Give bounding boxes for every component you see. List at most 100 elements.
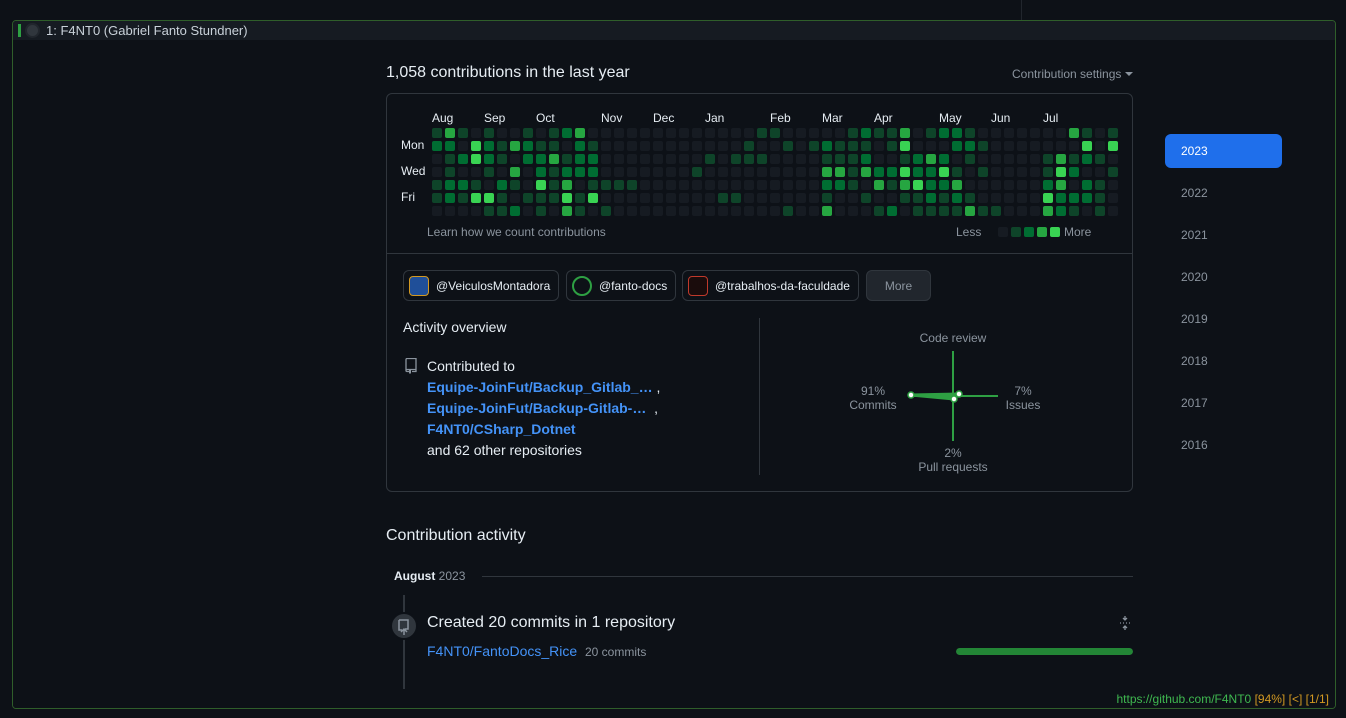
contribution-day-cell[interactable] (874, 154, 884, 164)
contribution-day-cell[interactable] (471, 128, 481, 138)
contribution-day-cell[interactable] (679, 167, 689, 177)
contribution-day-cell[interactable] (510, 193, 520, 203)
contribution-day-cell[interactable] (926, 141, 936, 151)
contribution-day-cell[interactable] (692, 193, 702, 203)
contribution-day-cell[interactable] (887, 128, 897, 138)
contribution-day-cell[interactable] (770, 193, 780, 203)
created-commits-summary[interactable]: Created 20 commits in 1 repository (427, 614, 675, 632)
fold-icon[interactable] (1117, 615, 1133, 631)
contribution-day-cell[interactable] (666, 154, 676, 164)
contribution-day-cell[interactable] (822, 193, 832, 203)
contribution-day-cell[interactable] (692, 206, 702, 216)
contribution-day-cell[interactable] (978, 180, 988, 190)
contribution-day-cell[interactable] (653, 206, 663, 216)
contribution-day-cell[interactable] (978, 193, 988, 203)
contribution-day-cell[interactable] (874, 128, 884, 138)
contribution-day-cell[interactable] (705, 180, 715, 190)
contribution-day-cell[interactable] (848, 206, 858, 216)
contribution-day-cell[interactable] (822, 141, 832, 151)
contribution-day-cell[interactable] (601, 167, 611, 177)
contribution-day-cell[interactable] (1017, 128, 1027, 138)
contribution-day-cell[interactable] (523, 128, 533, 138)
contribution-day-cell[interactable] (705, 206, 715, 216)
contribution-day-cell[interactable] (848, 128, 858, 138)
contribution-day-cell[interactable] (991, 167, 1001, 177)
contribution-day-cell[interactable] (588, 141, 598, 151)
contribution-day-cell[interactable] (770, 180, 780, 190)
contribution-day-cell[interactable] (614, 128, 624, 138)
contribution-day-cell[interactable] (861, 141, 871, 151)
year-2016[interactable]: 2016 (1165, 428, 1282, 462)
contribution-day-cell[interactable] (744, 193, 754, 203)
org-button-veiculos[interactable]: @VeiculosMontadora (403, 270, 560, 301)
contribution-day-cell[interactable] (1043, 206, 1053, 216)
contribution-day-cell[interactable] (939, 128, 949, 138)
contribution-day-cell[interactable] (757, 193, 767, 203)
contribution-day-cell[interactable] (848, 180, 858, 190)
contribution-day-cell[interactable] (510, 167, 520, 177)
contribution-day-cell[interactable] (523, 206, 533, 216)
github-favicon-icon[interactable] (25, 23, 40, 38)
contribution-day-cell[interactable] (887, 180, 897, 190)
contribution-day-cell[interactable] (952, 128, 962, 138)
contribution-day-cell[interactable] (952, 141, 962, 151)
contribution-day-cell[interactable] (848, 141, 858, 151)
contribution-day-cell[interactable] (991, 193, 1001, 203)
contribution-day-cell[interactable] (809, 154, 819, 164)
contribution-day-cell[interactable] (510, 154, 520, 164)
contribution-day-cell[interactable] (783, 154, 793, 164)
contribution-day-cell[interactable] (1056, 128, 1066, 138)
contribution-day-cell[interactable] (1017, 193, 1027, 203)
contribution-day-cell[interactable] (458, 154, 468, 164)
contribution-day-cell[interactable] (549, 167, 559, 177)
contribution-day-cell[interactable] (627, 193, 637, 203)
contribution-day-cell[interactable] (679, 154, 689, 164)
contribution-day-cell[interactable] (913, 167, 923, 177)
year-2018[interactable]: 2018 (1165, 344, 1282, 378)
contribution-day-cell[interactable] (796, 193, 806, 203)
contribution-day-cell[interactable] (861, 206, 871, 216)
contribution-day-cell[interactable] (926, 167, 936, 177)
contribution-day-cell[interactable] (744, 167, 754, 177)
contribution-day-cell[interactable] (432, 167, 442, 177)
contribution-day-cell[interactable] (705, 141, 715, 151)
contribution-day-cell[interactable] (965, 154, 975, 164)
contribution-day-cell[interactable] (497, 128, 507, 138)
contribution-day-cell[interactable] (952, 167, 962, 177)
contribution-day-cell[interactable] (705, 193, 715, 203)
contribution-day-cell[interactable] (1056, 167, 1066, 177)
contribution-day-cell[interactable] (978, 154, 988, 164)
contribution-day-cell[interactable] (731, 180, 741, 190)
contribution-day-cell[interactable] (614, 141, 624, 151)
contribution-day-cell[interactable] (1108, 167, 1118, 177)
contribution-settings-button[interactable]: Contribution settings (1012, 67, 1134, 81)
contribution-day-cell[interactable] (1056, 141, 1066, 151)
contribution-day-cell[interactable] (627, 180, 637, 190)
contribution-day-cell[interactable] (770, 128, 780, 138)
contribution-day-cell[interactable] (575, 180, 585, 190)
contribution-day-cell[interactable] (718, 154, 728, 164)
contribution-day-cell[interactable] (484, 141, 494, 151)
contribution-day-cell[interactable] (1095, 193, 1105, 203)
contribution-day-cell[interactable] (809, 141, 819, 151)
contribution-day-cell[interactable] (614, 154, 624, 164)
contribution-day-cell[interactable] (731, 154, 741, 164)
contribution-day-cell[interactable] (1017, 206, 1027, 216)
year-2023[interactable]: 2023 (1165, 134, 1282, 168)
contribution-day-cell[interactable] (666, 206, 676, 216)
contribution-day-cell[interactable] (692, 141, 702, 151)
contribution-day-cell[interactable] (458, 141, 468, 151)
contribution-day-cell[interactable] (1043, 180, 1053, 190)
contribution-day-cell[interactable] (822, 128, 832, 138)
contribution-day-cell[interactable] (705, 128, 715, 138)
contribution-day-cell[interactable] (913, 206, 923, 216)
contribution-day-cell[interactable] (731, 167, 741, 177)
contribution-day-cell[interactable] (445, 193, 455, 203)
contribution-day-cell[interactable] (1043, 141, 1053, 151)
contribution-day-cell[interactable] (692, 167, 702, 177)
contribution-day-cell[interactable] (640, 141, 650, 151)
contribution-day-cell[interactable] (627, 128, 637, 138)
contribution-day-cell[interactable] (718, 167, 728, 177)
contribution-day-cell[interactable] (497, 141, 507, 151)
contribution-day-cell[interactable] (718, 206, 728, 216)
